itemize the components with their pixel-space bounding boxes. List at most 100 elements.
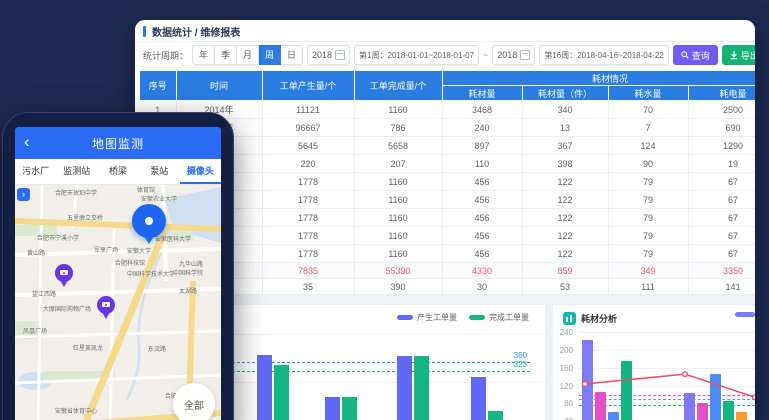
table-cell: 390 — [354, 279, 442, 295]
calendar-icon — [335, 50, 345, 60]
bar-产生工单量 — [397, 356, 412, 420]
map-label: 大摩国际购物广场 — [43, 307, 91, 314]
bar-完成工单量 — [274, 365, 289, 420]
reference-line-label: 323 — [514, 361, 527, 369]
table-cell: 1160 — [354, 191, 442, 209]
table-cell: 1778 — [262, 191, 354, 209]
y-axis-tick: 240 — [553, 328, 573, 337]
table-cell: 1160 — [354, 227, 442, 245]
gridline — [579, 368, 755, 369]
table-row[interactable]: 12014年1112111603468340702500 — [140, 101, 755, 119]
column-header: 序号 — [140, 71, 176, 101]
bar — [582, 340, 593, 420]
period-segmented-control: 年季月周日 — [192, 45, 303, 65]
legend-item[interactable]: 完成工单量 — [469, 312, 529, 323]
table-cell: 3350 — [688, 263, 755, 279]
table-cell: 79 — [608, 209, 688, 227]
end-year-picker[interactable]: 2018 — [492, 45, 535, 65]
phone-tab-桥梁[interactable]: 桥梁 — [97, 159, 138, 184]
map-label: 军享广场 — [94, 248, 118, 255]
table-cell: 859 — [522, 263, 608, 279]
map-label: 凤凰广场 — [23, 329, 47, 336]
query-button[interactable]: 查询 — [673, 45, 718, 65]
end-year-value: 2018 — [497, 50, 517, 60]
breadcrumb-accent-bar — [143, 26, 146, 37]
start-week-picker[interactable]: 第1周：2018-01-01~2018-01-07 — [354, 45, 479, 65]
map-label: 望江西路 — [32, 292, 56, 299]
period-option-月[interactable]: 月 — [237, 45, 259, 65]
table-cell: 55390 — [354, 263, 442, 279]
phone-screen: ‹ 地图监测 污水厂监测站桥梁泵站摄像头 — [15, 127, 221, 420]
export-excel-button[interactable]: 导出Excel — [722, 45, 755, 65]
table-cell: 67 — [688, 173, 755, 191]
camera-marker[interactable] — [97, 296, 115, 322]
phone-tab-泵站[interactable]: 泵站 — [139, 159, 180, 184]
map-view[interactable]: 合肥市琥珀中学体育馆安徽农业大学五里墩立交桥安徽医科大学合肥市宁溪小学军享广场安… — [15, 185, 221, 420]
table-cell: 7 — [608, 119, 688, 137]
gridline — [579, 386, 755, 387]
start-year-picker[interactable]: 2018 — [307, 45, 350, 65]
table-cell: 456 — [442, 227, 522, 245]
table-cell: 1160 — [354, 173, 442, 191]
table-cell: 122 — [522, 209, 608, 227]
period-option-季[interactable]: 季 — [215, 45, 237, 65]
workorder-chart-legend: 产生工单量 完成工单量 — [397, 312, 529, 323]
table-cell: 111 — [608, 279, 688, 295]
marker-part — [63, 272, 65, 274]
phone-page-title: 地图监测 — [92, 135, 144, 152]
analysis-chart-title: 耗材分析 — [581, 312, 617, 325]
phone-tab-污水厂[interactable]: 污水厂 — [15, 159, 56, 184]
table-cell: 398 — [522, 155, 608, 173]
table-cell: 1160 — [354, 245, 442, 263]
sub-column-header: 耗材量（件） — [522, 86, 608, 101]
table-cell: 3468 — [442, 101, 522, 119]
y-axis-tick: 80 — [553, 399, 573, 408]
table-cell: 122 — [522, 191, 608, 209]
table-cell: 30 — [442, 279, 522, 295]
analysis-chart-legend — [735, 312, 755, 317]
bar-产生工单量 — [325, 397, 340, 420]
table-cell: 13 — [522, 119, 608, 137]
table-cell: 220 — [262, 155, 354, 173]
table-cell: 110 — [442, 155, 522, 173]
marker-part — [105, 304, 107, 306]
map-label: 中国科学院 — [173, 271, 203, 278]
selected-camera-marker[interactable] — [132, 204, 166, 238]
end-week-picker[interactable]: 第16周：2018-04-16~2018-04-22 — [539, 45, 668, 65]
legend-item[interactable] — [735, 312, 755, 317]
legend-label: 产生工单量 — [417, 312, 457, 323]
expand-panel-button[interactable]: › — [17, 188, 30, 201]
map-label: 五里墩立交桥 — [67, 216, 103, 223]
back-icon[interactable]: ‹ — [24, 131, 30, 153]
table-cell: 122 — [522, 173, 608, 191]
camera-marker[interactable] — [55, 264, 73, 290]
period-option-年[interactable]: 年 — [192, 45, 215, 65]
bar-完成工单量 — [342, 397, 357, 420]
table-cell: 349 — [608, 263, 688, 279]
period-option-日[interactable]: 日 — [281, 45, 303, 65]
calendar-icon — [520, 50, 530, 60]
query-button-label: 查询 — [692, 49, 710, 62]
table-cell: 122 — [522, 227, 608, 245]
table-cell: 67 — [688, 245, 755, 263]
y-axis-tick: 160 — [553, 364, 573, 373]
download-icon — [730, 51, 738, 60]
legend-item[interactable]: 产生工单量 — [397, 312, 457, 323]
analysis-chart-panel: 耗材分析 2402001601208040 — [553, 305, 755, 420]
bar — [684, 393, 695, 420]
all-filter-button[interactable]: 全部 — [173, 383, 215, 420]
table-cell: 240 — [442, 119, 522, 137]
period-option-周[interactable]: 周 — [259, 45, 281, 65]
table-cell: 67 — [688, 227, 755, 245]
map-label: 合肥科技馆 — [115, 261, 145, 268]
phone-tab-摄像头[interactable]: 摄像头 — [180, 159, 221, 184]
table-cell: 35 — [262, 279, 354, 295]
phone-tab-监测站[interactable]: 监测站 — [56, 159, 97, 184]
table-cell: 90 — [608, 155, 688, 173]
column-header: 工单完成量/个 — [354, 71, 442, 101]
bar — [608, 412, 619, 420]
table-cell: 19 — [688, 155, 755, 173]
table-cell: 1778 — [262, 173, 354, 191]
table-cell: 1160 — [354, 101, 442, 119]
table-cell: 4330 — [442, 263, 522, 279]
